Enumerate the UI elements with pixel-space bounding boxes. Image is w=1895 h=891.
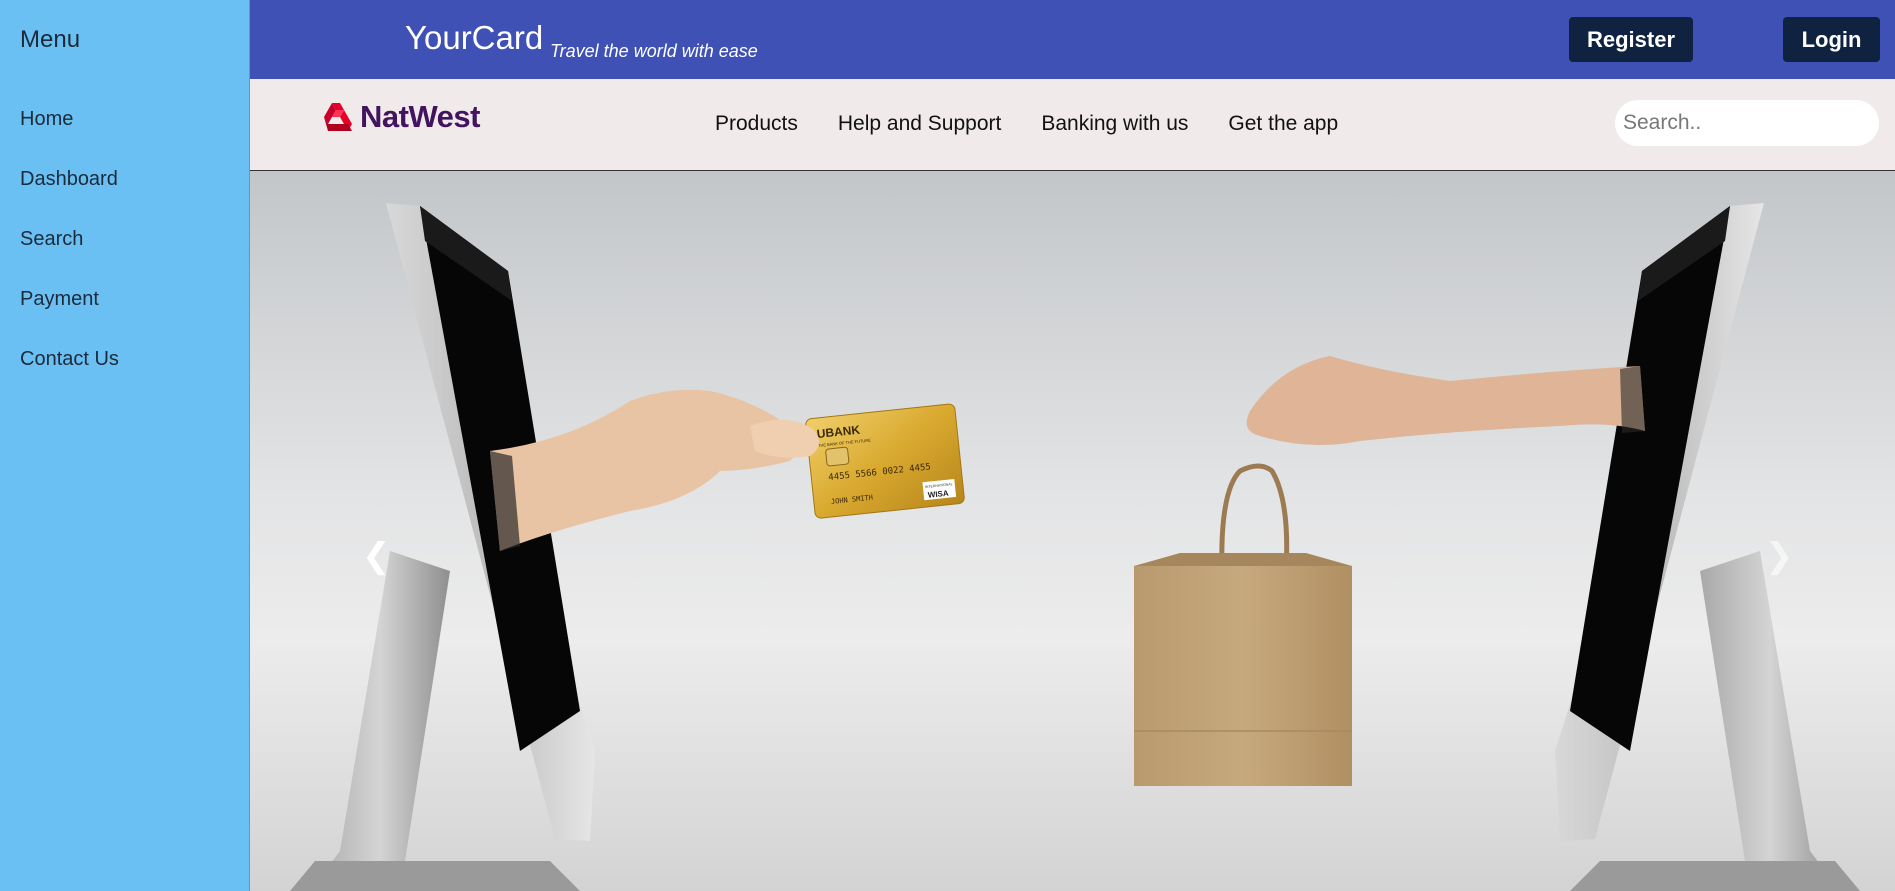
login-button[interactable]: Login xyxy=(1783,17,1880,62)
hero-carousel: UBANK THE BANK OF THE FUTURE 4455 5566 0… xyxy=(250,171,1895,891)
hero-illustration: UBANK THE BANK OF THE FUTURE 4455 5566 0… xyxy=(290,203,1860,891)
main-navbar: NatWest Products Help and Support Bankin… xyxy=(250,79,1895,171)
right-monitor xyxy=(1555,203,1860,891)
top-header: YourCard Travel the world with ease Regi… xyxy=(250,0,1895,79)
hand-with-card: UBANK THE BANK OF THE FUTURE 4455 5566 0… xyxy=(490,389,965,551)
nav-links: Products Help and Support Banking with u… xyxy=(715,112,1378,136)
sidebar-item-contact-us[interactable]: Contact Us xyxy=(20,344,119,404)
natwest-logo-icon xyxy=(324,103,352,131)
search-input[interactable] xyxy=(1615,100,1879,146)
nav-link-help-and-support[interactable]: Help and Support xyxy=(838,112,1001,136)
chevron-left-icon: ❮ xyxy=(362,537,391,575)
sidebar: Menu Home Dashboard Search Payment Conta… xyxy=(0,0,250,891)
brand-title: YourCard xyxy=(405,19,544,56)
brand-tagline: Travel the world with ease xyxy=(550,41,758,61)
nav-link-products[interactable]: Products xyxy=(715,112,798,136)
nav-link-get-the-app[interactable]: Get the app xyxy=(1228,112,1338,136)
register-button[interactable]: Register xyxy=(1569,17,1693,62)
sidebar-item-home[interactable]: Home xyxy=(20,104,119,164)
sidebar-menu: Home Dashboard Search Payment Contact Us xyxy=(20,104,119,404)
carousel-prev-button[interactable]: ❮ xyxy=(362,539,391,573)
sidebar-item-dashboard[interactable]: Dashboard xyxy=(20,164,119,224)
natwest-logo[interactable]: NatWest xyxy=(322,99,480,135)
chevron-right-icon: ❯ xyxy=(1765,537,1794,575)
left-monitor xyxy=(290,203,595,891)
carousel-next-button[interactable]: ❯ xyxy=(1765,539,1794,573)
sidebar-item-payment[interactable]: Payment xyxy=(20,284,119,344)
sidebar-item-search[interactable]: Search xyxy=(20,224,119,284)
sidebar-title: Menu xyxy=(20,26,81,53)
nav-link-banking-with-us[interactable]: Banking with us xyxy=(1041,112,1188,136)
logo-text: NatWest xyxy=(360,99,480,134)
